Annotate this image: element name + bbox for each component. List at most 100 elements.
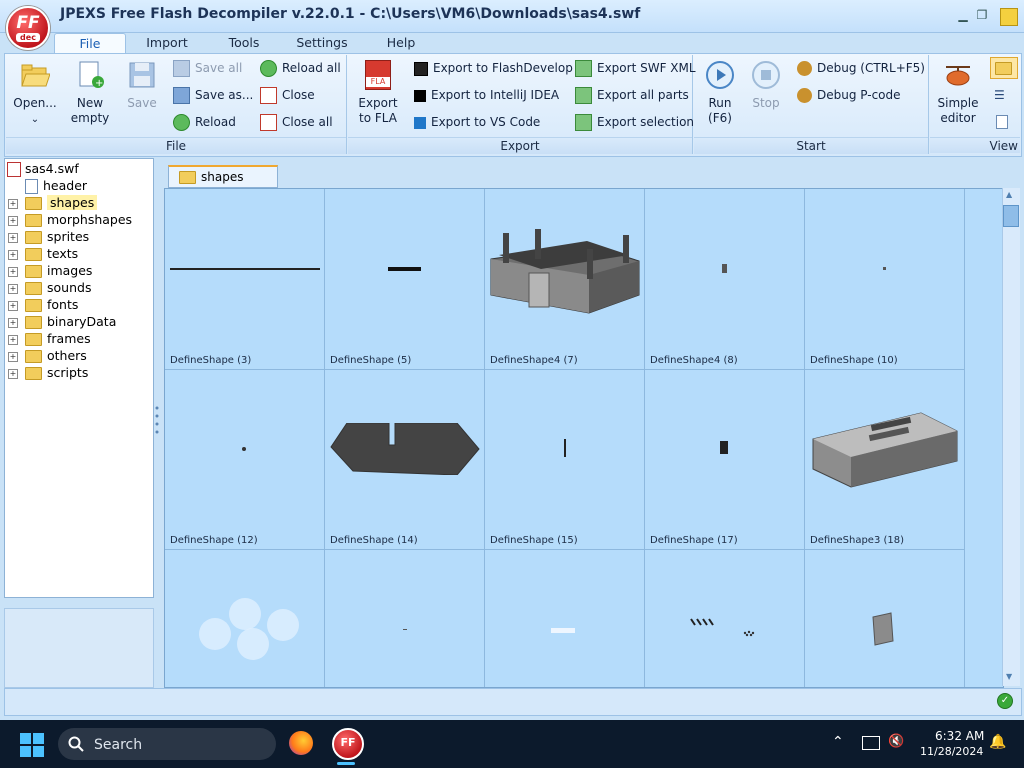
shape-cell[interactable] (645, 549, 805, 687)
expand-scripts[interactable]: + (8, 369, 18, 379)
reload-button[interactable]: Reload (173, 113, 236, 131)
simple-editor-button[interactable]: Simple editor (934, 60, 982, 126)
debug-pcode-button[interactable]: Debug P-code (797, 86, 901, 104)
expand-morphshapes[interactable]: + (8, 216, 18, 226)
tab-shapes[interactable]: shapes (168, 165, 278, 188)
expand-frames[interactable]: + (8, 335, 18, 345)
reload-all-button[interactable]: Reload all (260, 59, 341, 77)
save-all-button[interactable]: Save all (173, 59, 242, 77)
shape-cell[interactable]: DefineShape (10) (805, 189, 965, 370)
expand-shapes[interactable]: + (8, 199, 18, 209)
folder-icon (995, 62, 1012, 75)
shape-cell[interactable]: DefineShape (5) (325, 189, 485, 370)
tree-item-frames[interactable]: frames (25, 330, 91, 347)
expand-fonts[interactable]: + (8, 301, 18, 311)
tree-item-sprites[interactable]: sprites (25, 228, 89, 245)
run-label-2: (F6) (708, 111, 732, 125)
close-file-label: Close (282, 88, 315, 102)
shapes-grid: DefineShape (3) DefineShape (5) DefineSh… (164, 188, 1004, 688)
close-file-button[interactable]: Close (260, 86, 315, 104)
network-icon[interactable] (862, 736, 880, 750)
expand-others[interactable]: + (8, 352, 18, 362)
tree-item-header[interactable]: header (25, 177, 87, 194)
export-flashdevelop-button[interactable]: Export to FlashDevelop (414, 59, 573, 77)
clock-date[interactable]: 11/28/2024 (920, 745, 983, 758)
vertical-scrollbar[interactable]: ▲ ▼ (1002, 188, 1020, 686)
debug-button[interactable]: Debug (CTRL+F5) (797, 59, 925, 77)
shape-cell[interactable]: DefineShape (15) (485, 369, 645, 550)
tree-item-others[interactable]: others (25, 347, 87, 364)
shape-cell[interactable]: DefineShape3 (18) (805, 369, 965, 550)
tree-item-shapes[interactable]: shapes (25, 194, 98, 211)
tree-item-images[interactable]: images (25, 262, 92, 279)
scroll-down-icon[interactable]: ▼ (1006, 672, 1012, 681)
close-window-button[interactable] (1000, 8, 1018, 26)
tree-item-sounds[interactable]: sounds (25, 279, 91, 296)
expand-sounds[interactable]: + (8, 284, 18, 294)
export-swf-xml-button[interactable]: Export SWF XML (575, 59, 696, 77)
folder-icon (25, 282, 42, 295)
new-empty-button[interactable]: + New empty (68, 60, 112, 126)
run-button[interactable]: Run (F6) (700, 60, 740, 126)
stop-button[interactable]: Stop (746, 60, 786, 111)
save-button[interactable]: Save (122, 60, 162, 111)
tree-root[interactable]: sas4.swf (7, 160, 79, 177)
shape-cell[interactable]: DefineShape (17) (645, 369, 805, 550)
export-to-fla-button[interactable]: FLA Export to FLA (354, 60, 402, 126)
firefox-icon[interactable] (289, 731, 313, 755)
export-intellij-button[interactable]: Export to IntelliJ IDEA (414, 86, 559, 104)
tree-item-texts[interactable]: texts (25, 245, 78, 262)
shape-cell[interactable] (485, 549, 645, 687)
view-resources-button[interactable] (990, 57, 1018, 79)
scrollbar-thumb[interactable] (1003, 205, 1019, 227)
tab-file[interactable]: File (54, 33, 126, 54)
close-all-button[interactable]: Close all (260, 113, 333, 131)
taskbar-search[interactable] (58, 728, 276, 760)
expand-sprites[interactable]: + (8, 233, 18, 243)
tree-item-scripts[interactable]: scripts (25, 364, 88, 381)
ffdec-taskbar-icon[interactable]: FF (332, 728, 364, 760)
search-icon (68, 736, 84, 752)
tab-settings[interactable]: Settings (292, 33, 352, 53)
tree-item-binarydata[interactable]: binaryData (25, 313, 116, 330)
tab-help[interactable]: Help (380, 33, 422, 53)
expand-images[interactable]: + (8, 267, 18, 277)
shape-label: DefineShape (12) (170, 535, 258, 546)
minimize-button[interactable]: ▁ (954, 6, 972, 24)
export-fla-label-1: Export (358, 96, 398, 110)
save-as-button[interactable]: Save as... (173, 86, 253, 104)
shape-cell[interactable]: DefineShape4 (7) (485, 189, 645, 370)
expand-binarydata[interactable]: + (8, 318, 18, 328)
details-panel (4, 608, 154, 688)
horizontal-splitter-handle[interactable] (62, 601, 94, 612)
tree-item-label: fonts (47, 297, 79, 312)
vertical-splitter-handle[interactable] (155, 405, 159, 437)
shape-cell[interactable] (325, 549, 485, 687)
export-all-parts-button[interactable]: Export all parts (575, 86, 689, 104)
shape-label: DefineShape (17) (650, 535, 738, 546)
export-vscode-button[interactable]: Export to VS Code (414, 113, 540, 131)
shape-cell[interactable]: DefineShape (12) (165, 369, 325, 550)
export-selection-button[interactable]: Export selection (575, 113, 694, 131)
windows-start-icon[interactable] (20, 733, 44, 757)
maximize-button[interactable]: ❐ (973, 6, 991, 24)
chevron-up-icon[interactable]: ⌃ (832, 734, 844, 750)
tree-item-morphshapes[interactable]: morphshapes (25, 211, 132, 228)
expand-texts[interactable]: + (8, 250, 18, 260)
clock-time[interactable]: 6:32 AM (935, 729, 984, 743)
app-logo[interactable]: FF dec (6, 6, 50, 50)
notification-bell-icon[interactable]: 🔔 (989, 734, 1006, 750)
open-button[interactable]: Open... ⌄ (12, 60, 58, 127)
hex-view-icon[interactable] (996, 115, 1008, 129)
shape-cell[interactable]: DefineShape (3) (165, 189, 325, 370)
shape-cell[interactable]: DefineShape4 (8) (645, 189, 805, 370)
tree-item-fonts[interactable]: fonts (25, 296, 78, 313)
shape-cell[interactable] (805, 549, 965, 687)
shape-cell[interactable] (165, 549, 325, 687)
scroll-up-icon[interactable]: ▲ (1006, 190, 1012, 199)
tab-import[interactable]: Import (140, 33, 194, 53)
list-view-icon[interactable]: ☰ (994, 88, 1005, 102)
tab-tools[interactable]: Tools (220, 33, 268, 53)
volume-muted-icon[interactable]: 🔇 (888, 734, 904, 749)
shape-cell[interactable]: DefineShape (14) (325, 369, 485, 550)
